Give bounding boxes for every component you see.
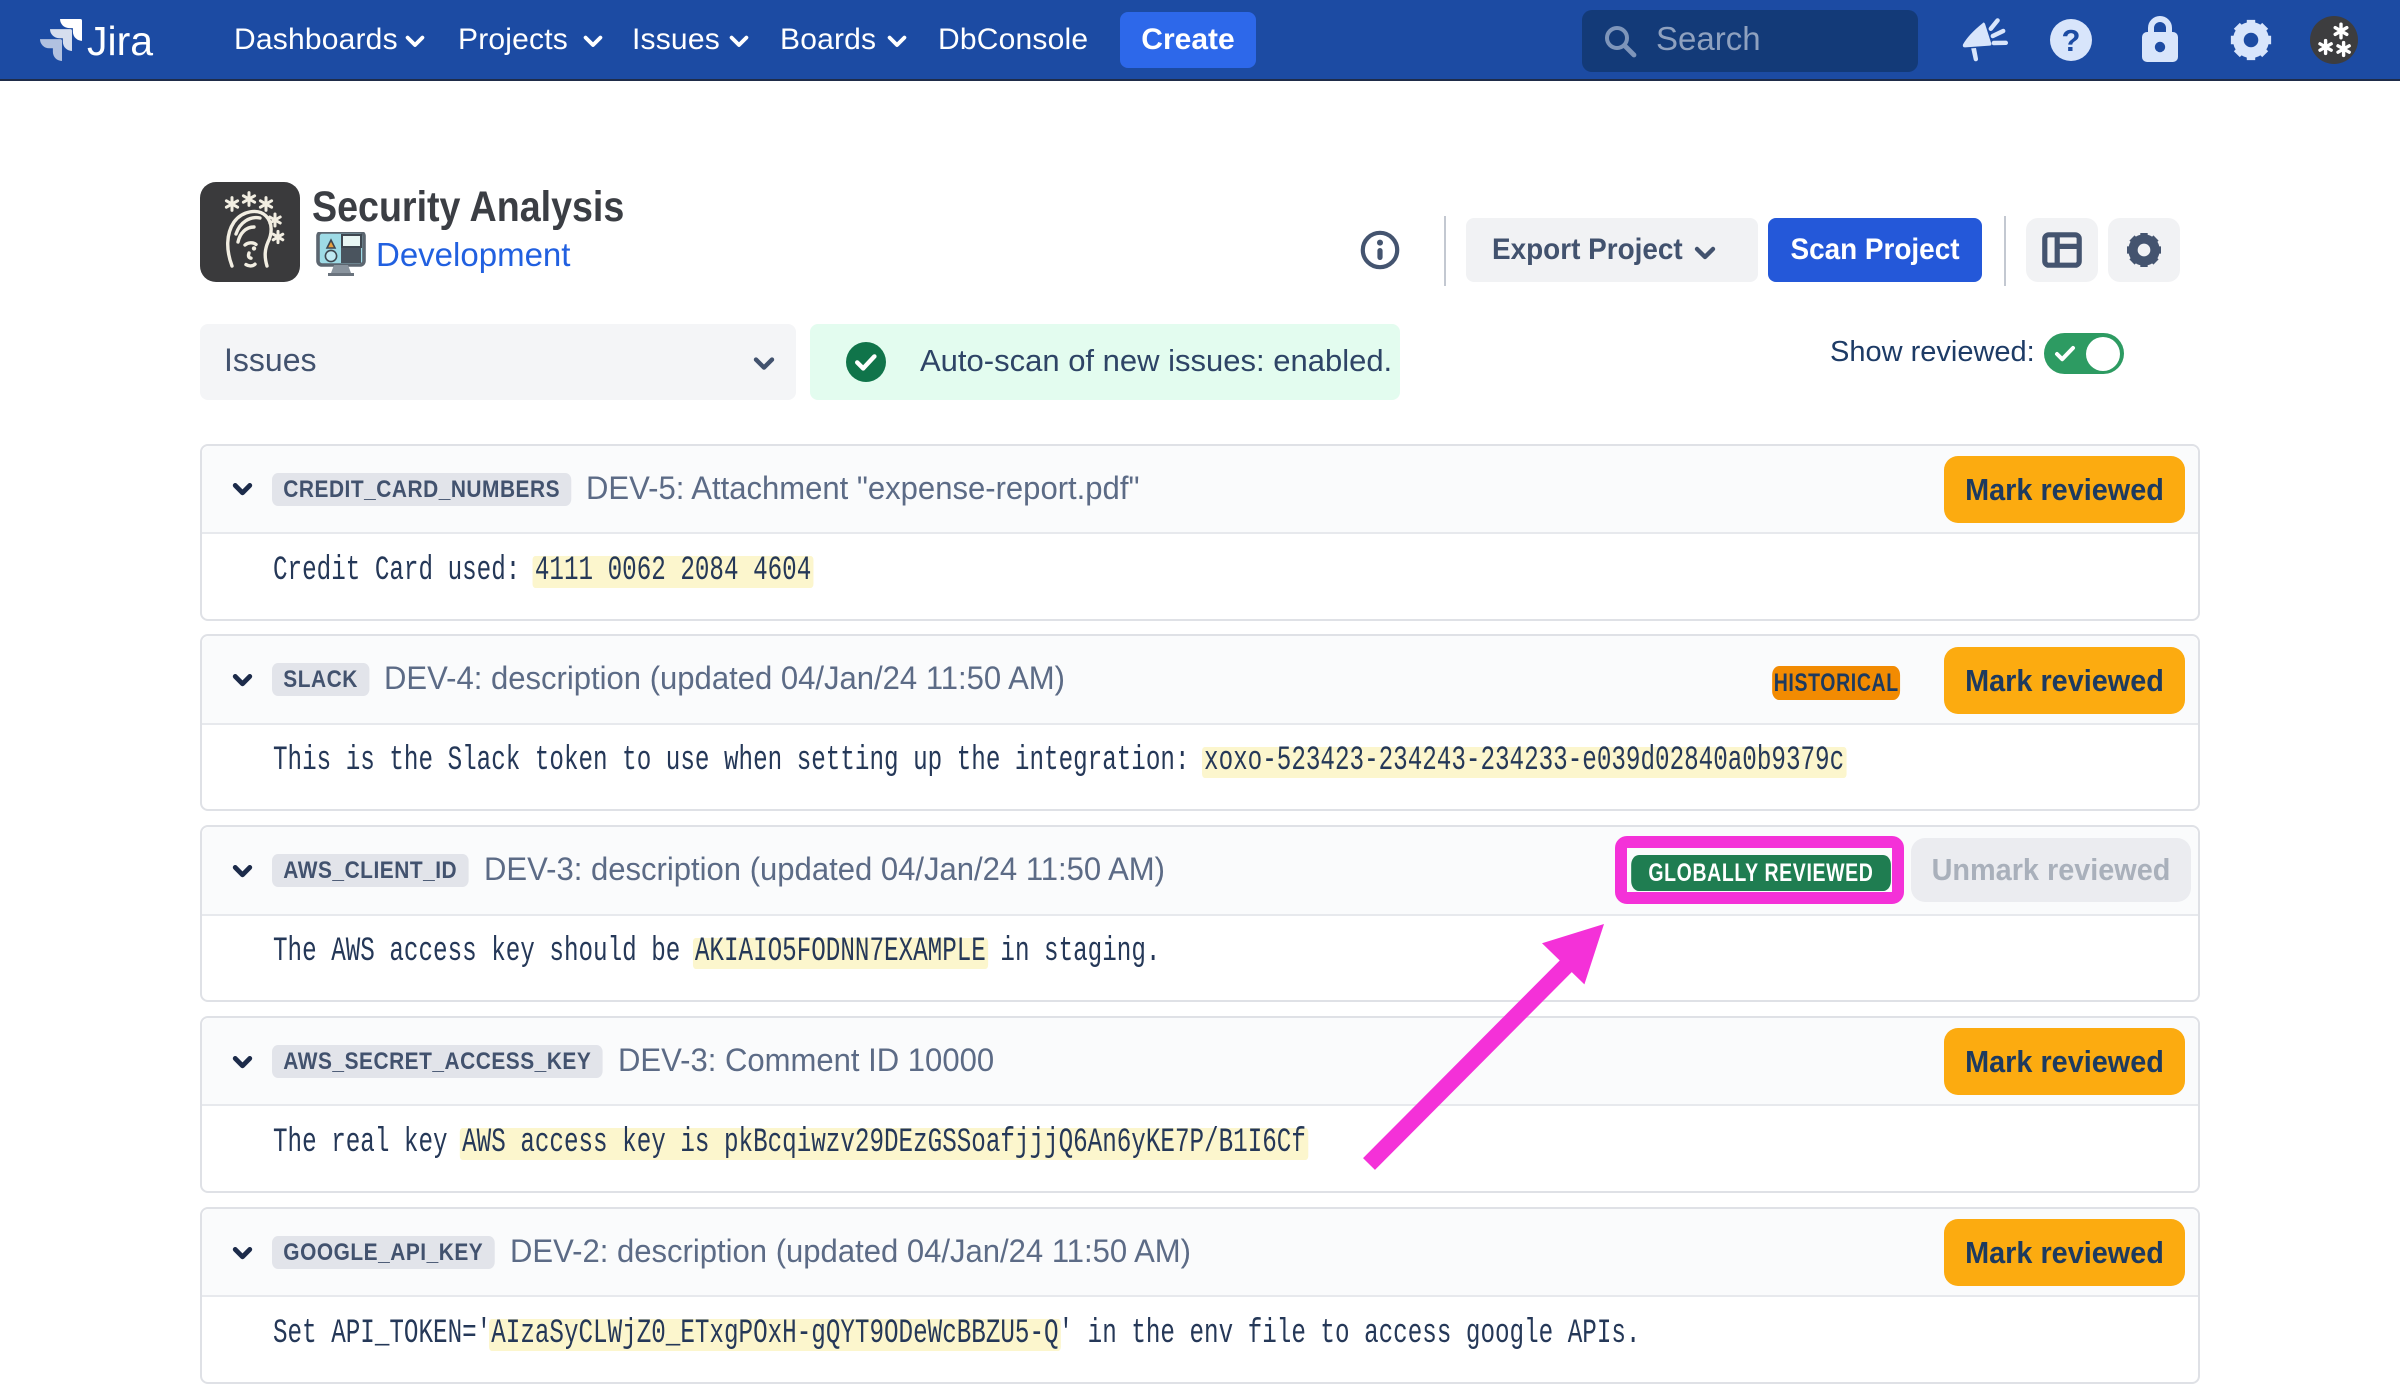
svg-text:?: ? bbox=[2062, 23, 2081, 58]
svg-text:Jira: Jira bbox=[87, 18, 153, 64]
